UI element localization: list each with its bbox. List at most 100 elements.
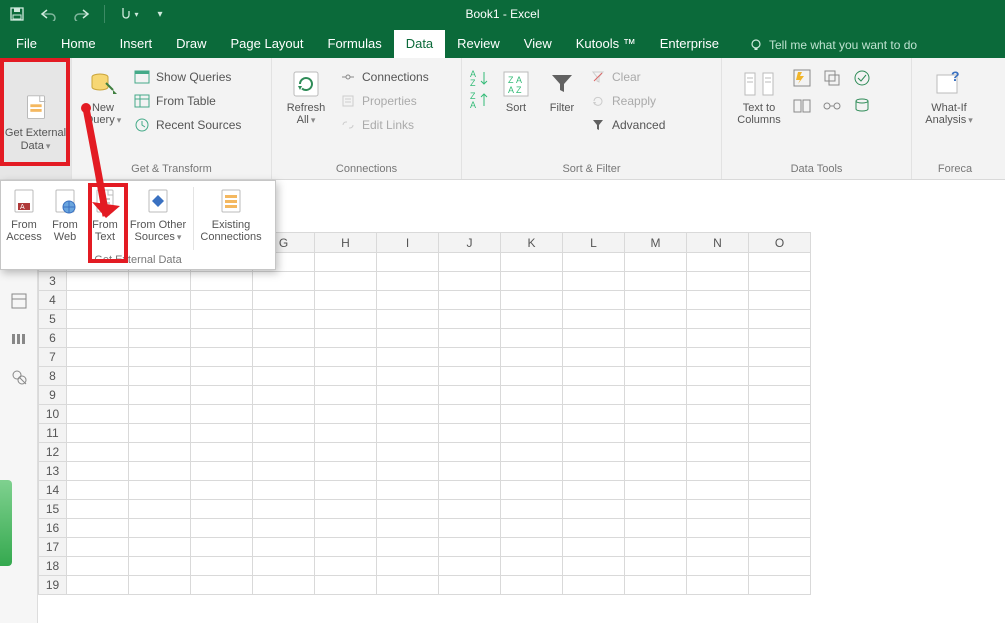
kutools-side-tab[interactable] (0, 480, 12, 566)
cell[interactable] (129, 481, 191, 500)
row-header[interactable]: 11 (39, 424, 67, 443)
cell[interactable] (315, 310, 377, 329)
cell[interactable] (563, 557, 625, 576)
touch-mode-button[interactable]: ▾ (115, 3, 141, 25)
cell[interactable] (377, 443, 439, 462)
cell[interactable] (191, 291, 253, 310)
cell[interactable] (749, 576, 811, 595)
tab-review[interactable]: Review (445, 30, 512, 58)
cell[interactable] (377, 538, 439, 557)
consolidate-button[interactable] (792, 96, 818, 120)
show-queries-button[interactable]: Show Queries (130, 66, 245, 88)
tab-view[interactable]: View (512, 30, 564, 58)
cell[interactable] (501, 481, 563, 500)
row-header[interactable]: 13 (39, 462, 67, 481)
recent-sources-button[interactable]: Recent Sources (130, 114, 245, 136)
spreadsheet-grid[interactable]: DEFGHIJKLMNO2345678910111213141516171819 (38, 232, 811, 595)
cell[interactable] (129, 576, 191, 595)
row-header[interactable]: 18 (39, 557, 67, 576)
row-header[interactable]: 14 (39, 481, 67, 500)
cell[interactable] (439, 348, 501, 367)
cell[interactable] (749, 272, 811, 291)
cell[interactable] (501, 519, 563, 538)
cell[interactable] (191, 310, 253, 329)
cell[interactable] (439, 386, 501, 405)
column-header[interactable]: I (377, 233, 439, 253)
existing-connections-button[interactable]: Existing Connections (196, 185, 266, 243)
cell[interactable] (563, 386, 625, 405)
cell[interactable] (625, 462, 687, 481)
sort-asc-button[interactable]: AZ (468, 68, 492, 88)
cell[interactable] (191, 576, 253, 595)
cell[interactable] (687, 557, 749, 576)
what-if-analysis-button[interactable]: ? What-If Analysis (918, 62, 980, 126)
cell[interactable] (315, 538, 377, 557)
cell[interactable] (377, 500, 439, 519)
tell-me-search[interactable]: Tell me what you want to do (749, 38, 917, 58)
cell[interactable] (67, 348, 129, 367)
cell[interactable] (67, 443, 129, 462)
connections-button[interactable]: Connections (336, 66, 433, 88)
tab-kutools[interactable]: Kutools ™ (564, 30, 648, 58)
cell[interactable] (315, 500, 377, 519)
cell[interactable] (253, 576, 315, 595)
cell[interactable] (439, 424, 501, 443)
cell[interactable] (129, 538, 191, 557)
cell[interactable] (253, 462, 315, 481)
cell[interactable] (67, 576, 129, 595)
cell[interactable] (625, 405, 687, 424)
cell[interactable] (439, 367, 501, 386)
cell[interactable] (67, 538, 129, 557)
manage-data-model-button[interactable] (852, 96, 878, 120)
cell[interactable] (315, 405, 377, 424)
cell[interactable] (563, 481, 625, 500)
cell[interactable] (439, 443, 501, 462)
row-header[interactable]: 5 (39, 310, 67, 329)
cell[interactable] (67, 405, 129, 424)
cell[interactable] (439, 310, 501, 329)
cell[interactable] (67, 272, 129, 291)
cell[interactable] (501, 576, 563, 595)
cell[interactable] (625, 443, 687, 462)
cell[interactable] (315, 557, 377, 576)
sort-button[interactable]: ZAAZ Sort (494, 62, 538, 114)
cell[interactable] (191, 367, 253, 386)
cell[interactable] (687, 538, 749, 557)
cell[interactable] (563, 329, 625, 348)
undo-button[interactable] (36, 3, 62, 25)
cell[interactable] (501, 538, 563, 557)
nav-find-icon[interactable] (10, 368, 28, 386)
cell[interactable] (67, 424, 129, 443)
cell[interactable] (687, 462, 749, 481)
edit-links-button[interactable]: Edit Links (336, 114, 433, 136)
cell[interactable] (563, 424, 625, 443)
tab-enterprise[interactable]: Enterprise (648, 30, 731, 58)
tab-page-layout[interactable]: Page Layout (219, 30, 316, 58)
cell[interactable] (625, 519, 687, 538)
cell[interactable] (191, 272, 253, 291)
cell[interactable] (687, 348, 749, 367)
cell[interactable] (687, 443, 749, 462)
cell[interactable] (377, 291, 439, 310)
cell[interactable] (377, 348, 439, 367)
nav-autotext-icon[interactable] (10, 292, 28, 310)
cell[interactable] (749, 348, 811, 367)
cell[interactable] (501, 291, 563, 310)
row-header[interactable]: 8 (39, 367, 67, 386)
cell[interactable] (563, 291, 625, 310)
cell[interactable] (563, 310, 625, 329)
cell[interactable] (377, 481, 439, 500)
cell[interactable] (687, 253, 749, 272)
cell[interactable] (315, 367, 377, 386)
cell[interactable] (749, 443, 811, 462)
row-header[interactable]: 17 (39, 538, 67, 557)
cell[interactable] (191, 405, 253, 424)
cell[interactable] (315, 443, 377, 462)
cell[interactable] (129, 386, 191, 405)
cell[interactable] (625, 348, 687, 367)
cell[interactable] (749, 538, 811, 557)
clear-filter-button[interactable]: Clear (586, 66, 669, 88)
tab-file[interactable]: File (4, 30, 49, 58)
cell[interactable] (749, 557, 811, 576)
cell[interactable] (129, 367, 191, 386)
